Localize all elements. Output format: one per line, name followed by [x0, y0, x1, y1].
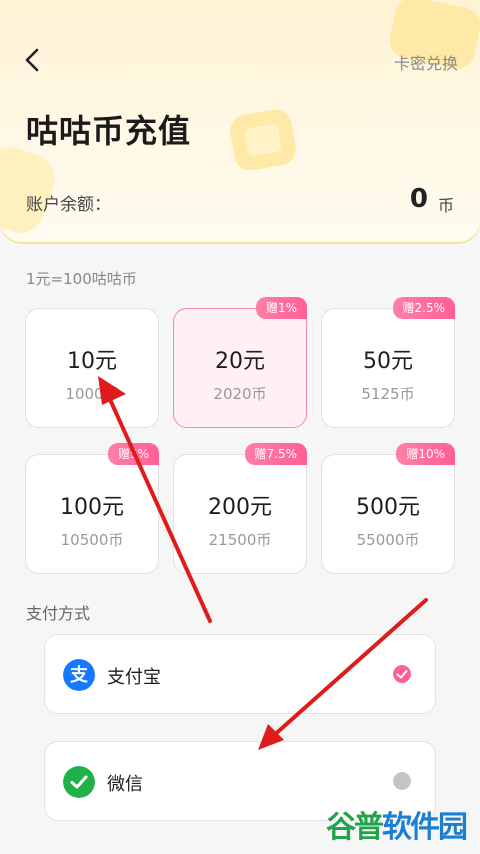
payment-name: 支付宝: [107, 667, 161, 688]
payment-option-alipay[interactable]: 支 支付宝: [44, 634, 436, 714]
package-card-10[interactable]: 10元 1000币: [25, 308, 159, 428]
package-coins: 5125币: [361, 385, 415, 403]
bonus-badge: 赠7.5%: [244, 443, 307, 465]
package-card-500[interactable]: 赠10% 500元 55000币: [321, 443, 455, 574]
bonus-badge: 赠1%: [255, 297, 307, 319]
balance-unit: 币: [437, 196, 454, 215]
bonus-badge: 赠10%: [396, 443, 455, 465]
decorative-banknote-icon: [227, 107, 299, 173]
package-amount: 500元: [356, 495, 420, 520]
svg-text:支: 支: [69, 664, 89, 686]
chevron-left-icon: [25, 48, 39, 72]
package-amount: 100元: [60, 495, 124, 520]
page-title: 咕咕币充值: [26, 112, 192, 150]
package-card-50[interactable]: 赠2.5% 50元 5125币: [321, 297, 455, 428]
package-card-200[interactable]: 赠7.5% 200元 21500币: [173, 443, 307, 574]
watermark-text-green: 谷普: [326, 810, 384, 845]
bonus-badge: 赠5%: [107, 443, 159, 465]
back-button[interactable]: [22, 46, 44, 74]
balance-label: 账户余额：: [26, 195, 111, 215]
package-coins: 10500币: [60, 531, 124, 549]
package-coins: 21500币: [208, 531, 272, 549]
package-card-20[interactable]: 赠1% 20元 2020币: [173, 297, 307, 428]
wechat-icon: [63, 766, 95, 798]
watermark-text-blue: 软件园: [382, 810, 468, 845]
package-amount: 10元: [67, 349, 117, 374]
alipay-icon: 支: [63, 659, 95, 691]
package-card-100[interactable]: 赠5% 100元 10500币: [25, 443, 159, 574]
watermark-logo: 谷普 软件园: [326, 804, 468, 845]
header-panel: 卡密兑换 咕咕币充值 账户余额： 0 币: [0, 0, 480, 242]
package-amount: 20元: [215, 349, 265, 374]
selected-check-icon[interactable]: [393, 665, 411, 683]
exchange-rate-text: 1元=100咕咕币: [26, 270, 137, 288]
payment-method-label: 支付方式: [26, 604, 91, 623]
payment-name: 微信: [107, 774, 143, 795]
package-amount: 200元: [208, 495, 272, 520]
package-amount: 50元: [363, 349, 413, 374]
bonus-badge: 赠2.5%: [392, 297, 455, 319]
package-coins: 1000币: [65, 385, 119, 403]
card-redeem-link[interactable]: 卡密兑换: [394, 50, 458, 74]
package-coins: 55000币: [356, 531, 420, 549]
balance-value: 0: [409, 184, 428, 214]
unselected-radio-icon[interactable]: [393, 772, 411, 790]
package-coins: 2020币: [213, 385, 267, 403]
